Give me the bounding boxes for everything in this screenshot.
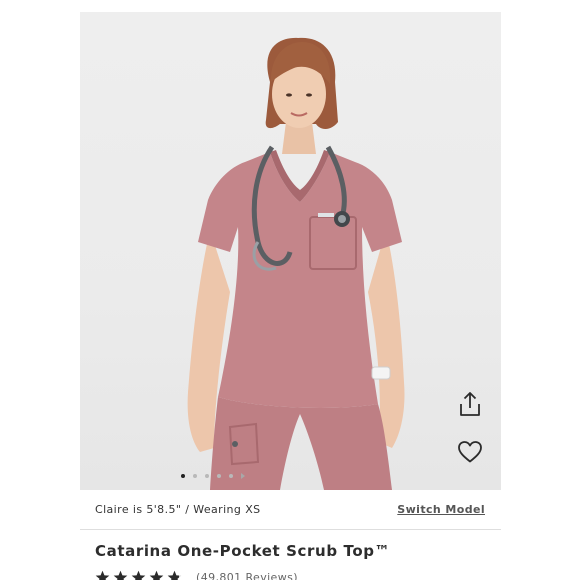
model-size-info: Claire is 5'8.5" / Wearing XS — [95, 503, 261, 516]
star-icon — [149, 570, 164, 580]
top-strip — [80, 0, 501, 12]
gallery-dot[interactable] — [205, 474, 209, 478]
heart-icon — [458, 441, 482, 463]
product-image[interactable] — [80, 12, 501, 490]
gallery-pagination[interactable] — [181, 473, 245, 479]
share-button[interactable] — [454, 388, 486, 420]
switch-model-link[interactable]: Switch Model — [397, 503, 485, 516]
model-photo — [187, 37, 405, 490]
model-info-bar: Claire is 5'8.5" / Wearing XS Switch Mod… — [80, 490, 501, 530]
star-icon — [167, 570, 182, 580]
star-rating — [95, 570, 182, 580]
star-icon — [95, 570, 110, 580]
rating-row[interactable]: (49,801 Reviews) — [95, 570, 298, 580]
gallery-dot[interactable] — [193, 474, 197, 478]
gallery-dot[interactable] — [229, 474, 233, 478]
product-page: Claire is 5'8.5" / Wearing XS Switch Mod… — [0, 0, 580, 580]
star-icon — [113, 570, 128, 580]
favorite-button[interactable] — [454, 436, 486, 468]
gallery-next-icon[interactable] — [241, 473, 245, 479]
reviews-count-link[interactable]: (49,801 Reviews) — [196, 571, 298, 580]
gallery-dot[interactable] — [217, 474, 221, 478]
share-icon — [460, 392, 480, 416]
product-title: Catarina One-Pocket Scrub Top™ — [95, 542, 391, 560]
gallery-dot-active[interactable] — [181, 474, 185, 478]
star-icon — [131, 570, 146, 580]
